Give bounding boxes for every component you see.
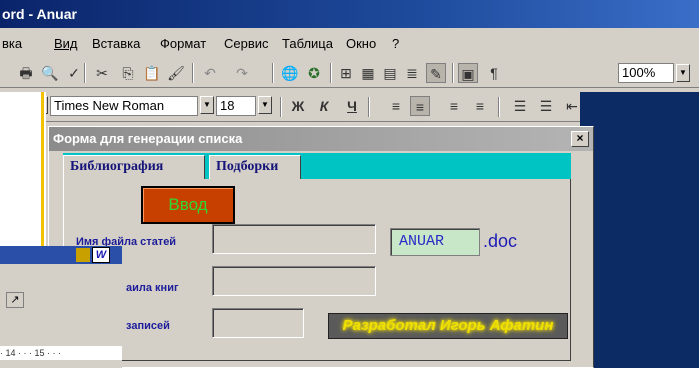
web-toolbar-icon[interactable]: ✪: [304, 63, 324, 83]
print-icon[interactable]: 🖶: [16, 63, 36, 83]
menu-item-tools[interactable]: Сервис: [224, 36, 269, 51]
preview-icon[interactable]: 🔍: [40, 63, 60, 83]
title-bar: ord - Anuar: [0, 0, 699, 28]
align-center-icon[interactable]: ≡: [410, 96, 430, 116]
align-left-icon[interactable]: ≡: [386, 96, 406, 116]
file-extension: .doc: [483, 231, 518, 251]
bold-button[interactable]: Ж: [288, 96, 308, 116]
records-field[interactable]: [212, 308, 304, 338]
toolbar-separator: [272, 63, 274, 83]
chevron-down-icon[interactable]: ▼: [258, 96, 272, 114]
toolbar-separator: [84, 63, 86, 83]
tab-collections[interactable]: Подборки: [209, 155, 301, 179]
font-combo[interactable]: Times New Roman: [50, 96, 198, 116]
show-formatting-icon[interactable]: ¶: [484, 63, 504, 83]
menu-item-edit[interactable]: вка: [2, 36, 22, 51]
drawing-icon[interactable]: ✎: [426, 63, 446, 83]
menu-item-format[interactable]: Формат: [160, 36, 206, 51]
toolbar-separator: [330, 63, 332, 83]
chevron-down-icon[interactable]: ▼: [200, 96, 214, 114]
redo-icon[interactable]: ↷: [232, 63, 252, 83]
records-label: записей: [126, 320, 170, 332]
menu-item-table[interactable]: Таблица: [282, 36, 333, 51]
copy-icon[interactable]: ⎘: [118, 63, 138, 83]
italic-button[interactable]: К: [314, 96, 334, 116]
format-painter-icon[interactable]: 🖌: [166, 63, 186, 83]
insert-table-icon[interactable]: ▦: [358, 63, 378, 83]
form-title: Форма для генерации списка: [49, 127, 593, 151]
menu-bar: вка Вид Вставка Формат Сервис Таблица Ок…: [0, 30, 699, 56]
chart-icon[interactable]: ↗: [6, 292, 24, 308]
undo-icon[interactable]: ↶: [200, 63, 220, 83]
close-button[interactable]: ×: [571, 131, 589, 147]
menu-item-help[interactable]: ?: [392, 36, 399, 51]
decrease-indent-icon[interactable]: ⇤: [562, 96, 582, 116]
chevron-down-icon[interactable]: ▼: [676, 64, 690, 82]
bullet-list-icon[interactable]: ☰: [536, 96, 556, 116]
standard-toolbar: 🖶 🔍 ✓ ✂ ⎘ 📋 🖌 ↶ ↷ 🌐 ✪ ⊞ ▦ ▤ ≣ ✎ ▣ ¶ 100%…: [0, 58, 699, 88]
document-map-icon[interactable]: ▣: [458, 63, 478, 83]
toolbar-separator: [280, 97, 282, 117]
toolbar-separator: [368, 97, 370, 117]
zoom-combo[interactable]: 100%: [618, 63, 674, 83]
app-icon: [76, 248, 90, 262]
insert-excel-icon[interactable]: ▤: [380, 63, 400, 83]
menu-item-view[interactable]: Вид: [54, 36, 78, 51]
spell-icon[interactable]: ✓: [64, 63, 84, 83]
developer-credit: Разработал Игорь Афатин: [328, 313, 568, 339]
toolbar-separator: [498, 97, 500, 117]
word-icon[interactable]: W: [92, 247, 110, 263]
tab-bibliography[interactable]: Библиография: [63, 155, 205, 179]
toolbar-separator: [192, 63, 194, 83]
align-right-icon[interactable]: ≡: [444, 96, 464, 116]
toolbar-separator: [452, 63, 454, 83]
ruler: · 14 · · · 15 · · ·: [0, 346, 122, 360]
books-file-field[interactable]: [212, 266, 376, 296]
menu-item-insert[interactable]: Вставка: [92, 36, 140, 51]
desktop-background: [580, 92, 699, 368]
justify-icon[interactable]: ≡: [470, 96, 490, 116]
paste-icon[interactable]: 📋: [142, 63, 162, 83]
columns-icon[interactable]: ≣: [402, 63, 422, 83]
background-window: W ↗ · 14 · · · 15 · · ·: [0, 246, 122, 368]
books-file-label: аила книг: [126, 282, 179, 294]
articles-file-field[interactable]: [212, 224, 376, 254]
tables-borders-icon[interactable]: ⊞: [336, 63, 356, 83]
menu-item-window[interactable]: Окно: [346, 36, 376, 51]
underline-button[interactable]: Ч: [342, 96, 362, 116]
input-button[interactable]: Ввод: [141, 186, 235, 224]
filename-field[interactable]: ANUAR: [390, 228, 480, 256]
size-combo[interactable]: 18: [216, 96, 256, 116]
tab-strip: Библиография Подборки: [63, 153, 571, 179]
hyperlink-icon[interactable]: 🌐: [280, 63, 300, 83]
numbered-list-icon[interactable]: ☰: [510, 96, 530, 116]
cut-icon[interactable]: ✂: [92, 63, 112, 83]
